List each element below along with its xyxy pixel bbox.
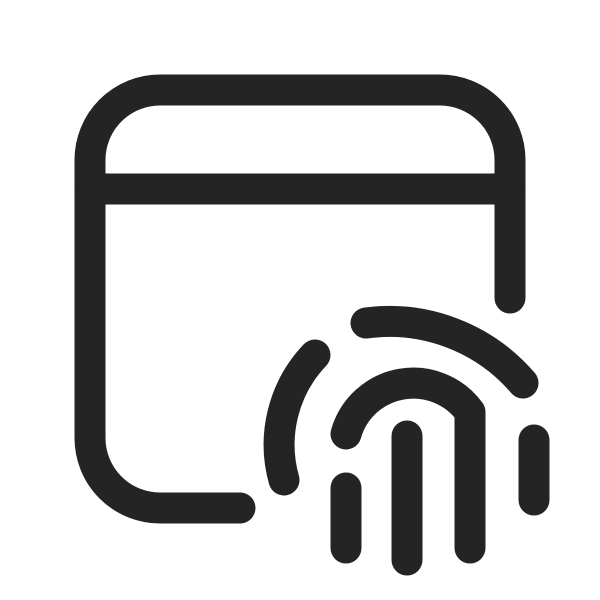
window-fingerprint-icon [74, 74, 550, 576]
window-frame [74, 74, 526, 524]
icon-canvas [0, 0, 600, 600]
fingerprint-icon [263, 305, 550, 576]
fingerprint-arc-left [263, 339, 331, 496]
